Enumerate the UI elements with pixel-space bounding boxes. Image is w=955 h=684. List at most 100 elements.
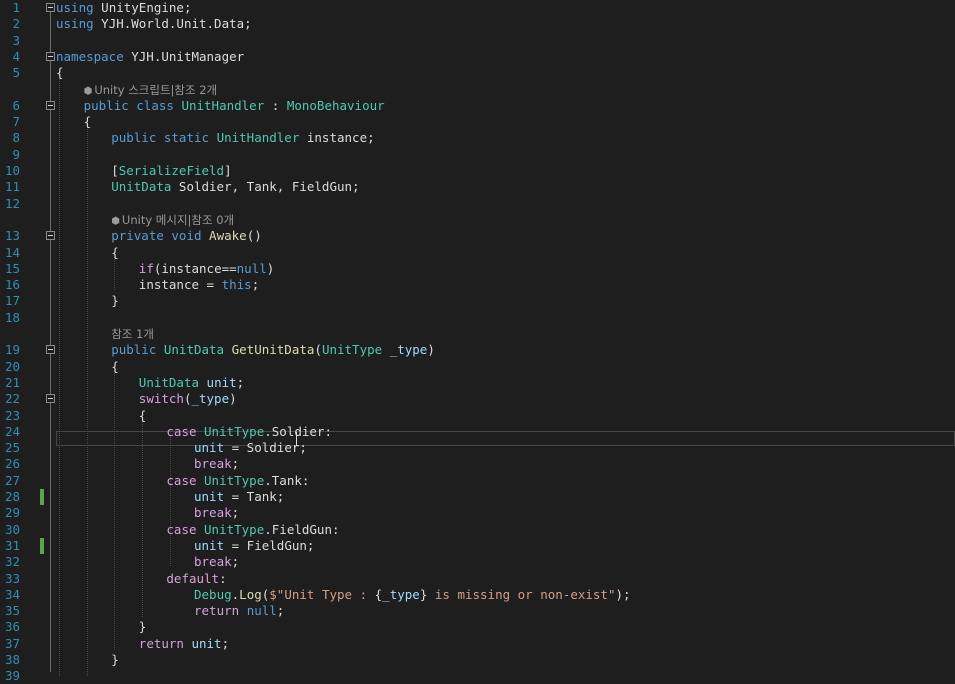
code-token: [ xyxy=(111,163,119,178)
code-text[interactable]: { xyxy=(111,359,119,375)
code-text[interactable]: break; xyxy=(194,554,239,570)
code-text[interactable]: private void Awake() xyxy=(111,228,262,244)
code-token: _type xyxy=(389,342,428,358)
code-token: { xyxy=(138,407,147,423)
code-line[interactable]: 12 xyxy=(0,196,955,212)
code-line[interactable]: 15 if(instance==null) xyxy=(0,261,955,277)
code-text[interactable]: unit = Soldier; xyxy=(194,440,307,456)
line-number: 37 xyxy=(4,635,20,651)
code-text[interactable]: } xyxy=(111,652,119,668)
code-line[interactable]: 14 { xyxy=(0,245,955,261)
code-text[interactable]: using UnityEngine; xyxy=(56,0,191,16)
code-text[interactable]: default: xyxy=(166,571,226,587)
code-line[interactable]: 28 unit = Tank; xyxy=(0,489,955,505)
line-number: 33 xyxy=(4,570,20,586)
code-line[interactable]: 29 break; xyxy=(0,505,955,521)
code-line[interactable]: 10 [SerializeField] xyxy=(0,163,955,179)
code-text[interactable]: break; xyxy=(194,456,239,472)
code-text[interactable]: } xyxy=(111,293,119,309)
code-line[interactable]: 22 switch(_type) xyxy=(0,391,955,407)
code-line[interactable]: 38} xyxy=(0,652,955,668)
code-text[interactable]: return null; xyxy=(194,603,284,619)
code-text[interactable]: case UnitType.Tank: xyxy=(166,473,309,489)
code-line[interactable]: 24 case UnitType.Soldier: xyxy=(0,424,955,440)
code-line[interactable]: 2 using YJH.World.Unit.Data; xyxy=(0,16,955,32)
code-text[interactable]: switch(_type) xyxy=(139,391,237,407)
code-line[interactable]: 9 xyxy=(0,147,955,163)
code-text[interactable]: public UnitData GetUnitData(UnitType _ty… xyxy=(111,342,435,358)
code-line[interactable]: 17} xyxy=(0,293,955,309)
code-line[interactable]: 5{ xyxy=(0,65,955,81)
code-line[interactable]: 37 return unit; xyxy=(0,636,955,652)
code-token: ; xyxy=(231,456,240,472)
code-line[interactable]: 35 return null; xyxy=(0,603,955,619)
collapse-toggle-icon[interactable] xyxy=(46,345,55,355)
code-line[interactable]: 3 xyxy=(0,33,955,49)
code-text[interactable]: { xyxy=(84,114,92,130)
code-line[interactable]: 16 instance = this; xyxy=(0,277,955,293)
code-line[interactable]: 18 xyxy=(0,310,955,326)
code-text[interactable]: case UnitType.FieldGun: xyxy=(166,522,339,538)
codelens-link[interactable]: 참조 1개 xyxy=(111,326,154,342)
codelens-link[interactable]: ⬢ Unity 메시지|참조 0개 xyxy=(111,212,234,230)
code-text[interactable]: case UnitType.Soldier: xyxy=(166,424,332,440)
code-line[interactable]: 21 UnitData unit; xyxy=(0,375,955,391)
code-line[interactable]: 13 private void Awake() xyxy=(0,228,955,244)
code-line[interactable]: 27 case UnitType.Tank: xyxy=(0,473,955,489)
code-text[interactable]: Debug.Log($"Unit Type : {_type} is missi… xyxy=(194,587,631,603)
code-line[interactable]: 23 { xyxy=(0,408,955,424)
code-line[interactable]: 4 namespace YJH.UnitManager xyxy=(0,49,955,65)
code-line[interactable]: 25 unit = Soldier; xyxy=(0,440,955,456)
code-line[interactable]: 31 unit = FieldGun; xyxy=(0,538,955,554)
codelens-text[interactable]: 참조 1개 xyxy=(111,327,154,341)
code-line[interactable]: 32 break; xyxy=(0,554,955,570)
code-text[interactable]: } xyxy=(139,619,147,635)
code-text[interactable]: [SerializeField] xyxy=(111,163,231,179)
code-text[interactable]: using YJH.World.Unit.Data; xyxy=(56,16,252,32)
code-line[interactable]: 11 UnitData Soldier, Tank, FieldGun; xyxy=(0,179,955,195)
code-token: Soldier, Tank, FieldGun; xyxy=(171,179,360,195)
code-text[interactable]: unit = Tank; xyxy=(194,489,284,505)
code-text[interactable]: break; xyxy=(194,505,239,521)
collapse-toggle-icon[interactable] xyxy=(46,51,55,61)
collapse-toggle-icon[interactable] xyxy=(46,394,55,404)
code-line[interactable]: 19 public UnitData GetUnitData(UnitType _… xyxy=(0,342,955,358)
code-token: _type xyxy=(191,391,230,407)
code-text[interactable]: public static UnitHandler instance; xyxy=(111,130,374,146)
code-token: break xyxy=(194,505,232,521)
code-text[interactable]: UnitData unit; xyxy=(139,375,244,391)
code-line[interactable]: 1 using UnityEngine; xyxy=(0,0,955,16)
code-line[interactable]: 36} xyxy=(0,619,955,635)
code-line[interactable]: 26 break; xyxy=(0,456,955,472)
line-number: 18 xyxy=(4,309,20,325)
code-token: ; xyxy=(276,603,285,619)
code-line[interactable]: 30 case UnitType.FieldGun: xyxy=(0,522,955,538)
code-token: Awake xyxy=(209,228,247,244)
codelens-text[interactable]: Unity 메시지|참조 0개 xyxy=(122,213,234,227)
code-line[interactable]: 20 { xyxy=(0,359,955,375)
code-text[interactable]: unit = FieldGun; xyxy=(194,538,314,554)
code-text[interactable]: if(instance==null) xyxy=(139,261,275,277)
line-number: 2 xyxy=(12,16,20,32)
code-line[interactable]: 6 public class UnitHandler : MonoBehaviou… xyxy=(0,98,955,114)
code-editor[interactable]: 1 using UnityEngine; 2 using YJH.World.Unit… xyxy=(0,0,955,683)
code-text[interactable]: { xyxy=(139,408,147,424)
code-line[interactable]: 7{ xyxy=(0,114,955,130)
code-text[interactable]: { xyxy=(111,245,119,261)
code-line[interactable]: 33 default: xyxy=(0,571,955,587)
code-text[interactable]: { xyxy=(56,65,64,81)
codelens-link[interactable]: ⬢ Unity 스크립트|참조 2개 xyxy=(84,82,218,100)
collapse-toggle-icon[interactable] xyxy=(46,231,55,241)
code-text[interactable]: return unit; xyxy=(139,636,229,652)
code-text[interactable]: instance = this; xyxy=(139,277,259,293)
code-text[interactable]: namespace YJH.UnitManager xyxy=(56,49,244,65)
code-text[interactable]: UnitData Soldier, Tank, FieldGun; xyxy=(111,179,359,195)
code-token: { xyxy=(111,244,119,260)
codelens-text[interactable]: Unity 스크립트|참조 2개 xyxy=(94,83,217,97)
collapse-toggle-icon[interactable] xyxy=(46,100,55,110)
code-text[interactable]: public class UnitHandler : MonoBehaviour xyxy=(84,98,385,114)
code-line[interactable]: 8 public static UnitHandler instance; xyxy=(0,130,955,146)
code-line[interactable]: 34 Debug.Log($"Unit Type : {_type} is mis… xyxy=(0,587,955,603)
collapse-toggle-icon[interactable] xyxy=(46,3,55,12)
code-line[interactable]: 39 xyxy=(0,668,955,684)
